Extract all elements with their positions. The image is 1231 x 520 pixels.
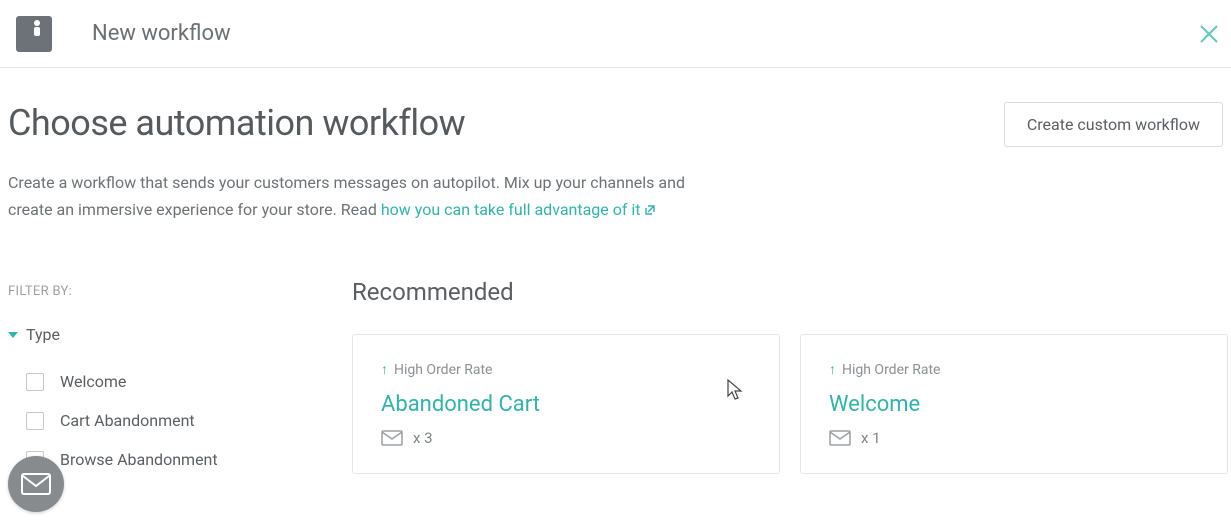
page-title: Choose automation workflow bbox=[8, 102, 465, 144]
card-meta: x 3 bbox=[381, 429, 751, 447]
card-badge-text: High Order Rate bbox=[842, 362, 940, 378]
checkbox-icon bbox=[26, 373, 44, 391]
arrow-up-icon: ↑ bbox=[381, 361, 388, 378]
page-header-title: New workflow bbox=[92, 21, 231, 46]
support-fab[interactable] bbox=[8, 456, 64, 512]
description-link-text: how you can take full advantage of it bbox=[381, 200, 641, 219]
card-count: x 1 bbox=[861, 429, 881, 447]
page-head: Choose automation workflow Create custom… bbox=[8, 102, 1223, 147]
filter-option-label: Cart Abandonment bbox=[60, 411, 195, 430]
card-count: x 3 bbox=[413, 429, 433, 447]
envelope-icon bbox=[829, 430, 851, 446]
filter-sidebar: FILTER BY: Type Welcome Cart Abandonment bbox=[8, 284, 352, 479]
filter-group-toggle[interactable]: Type bbox=[8, 325, 352, 344]
envelope-icon bbox=[381, 430, 403, 446]
filter-group-name: Type bbox=[26, 325, 60, 344]
app-logo bbox=[16, 16, 52, 52]
filter-option-label: Browse Abandonment bbox=[60, 450, 218, 469]
filter-group-type: Type Welcome Cart Abandonment Browse Aba… bbox=[8, 325, 352, 479]
card-badge: ↑ High Order Rate bbox=[381, 361, 751, 378]
arrow-up-icon: ↑ bbox=[829, 361, 836, 378]
person-icon bbox=[24, 18, 44, 38]
filter-options: Welcome Cart Abandonment Browse Abandonm… bbox=[8, 362, 352, 479]
page-description: Create a workflow that sends your custom… bbox=[8, 169, 688, 224]
filter-by-label: FILTER BY: bbox=[8, 284, 352, 299]
content-row: FILTER BY: Type Welcome Cart Abandonment bbox=[8, 284, 1223, 479]
caret-down-icon bbox=[8, 332, 18, 338]
card-title: Welcome bbox=[829, 392, 1199, 417]
description-link[interactable]: how you can take full advantage of it bbox=[381, 200, 656, 219]
checkbox-icon bbox=[26, 412, 44, 430]
envelope-icon bbox=[21, 473, 51, 495]
close-button[interactable] bbox=[1197, 22, 1221, 46]
topbar: New workflow bbox=[0, 0, 1231, 68]
main-content: Recommended ↑ High Order Rate Abandoned … bbox=[352, 284, 1228, 479]
external-link-icon bbox=[644, 197, 656, 224]
workflow-card-abandoned-cart[interactable]: ↑ High Order Rate Abandoned Cart x 3 bbox=[352, 334, 780, 474]
workflow-card-welcome[interactable]: ↑ High Order Rate Welcome x 1 bbox=[800, 334, 1228, 474]
section-title: Recommended bbox=[352, 278, 1228, 306]
card-meta: x 1 bbox=[829, 429, 1199, 447]
card-row: ↑ High Order Rate Abandoned Cart x 3 bbox=[352, 334, 1228, 474]
filter-option-welcome[interactable]: Welcome bbox=[8, 362, 352, 401]
card-title: Abandoned Cart bbox=[381, 392, 751, 417]
card-badge-text: High Order Rate bbox=[394, 362, 492, 378]
page-body: Choose automation workflow Create custom… bbox=[0, 68, 1231, 479]
close-icon bbox=[1197, 22, 1221, 46]
card-badge: ↑ High Order Rate bbox=[829, 361, 1199, 378]
filter-option-cart-abandonment[interactable]: Cart Abandonment bbox=[8, 401, 352, 440]
filter-option-label: Welcome bbox=[60, 372, 126, 391]
create-custom-workflow-button[interactable]: Create custom workflow bbox=[1004, 102, 1223, 147]
